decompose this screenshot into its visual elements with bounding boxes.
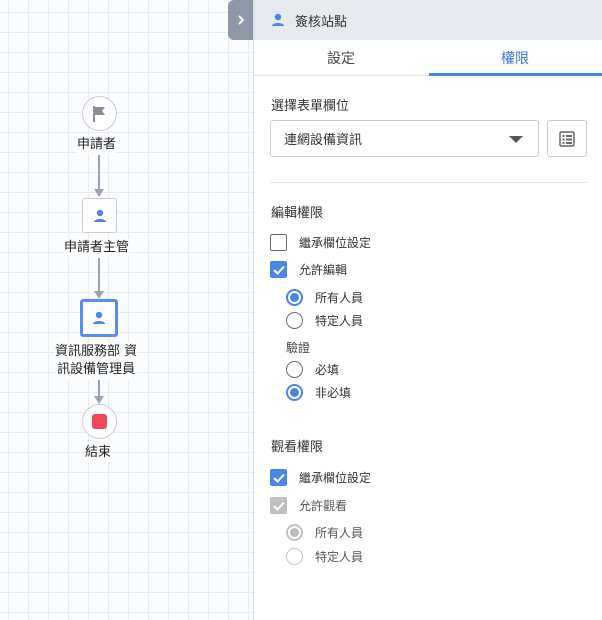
checkbox-checked-icon: [270, 261, 287, 278]
caret-down-icon: [509, 136, 523, 143]
validation-optional-radio[interactable]: 非必填: [286, 384, 351, 401]
node-label-supervisor: 申請者主管: [64, 239, 130, 257]
connector-line: [98, 258, 100, 291]
view-inherit-label: 繼承欄位設定: [299, 471, 372, 485]
view-scope-all-radio: 所有人員: [286, 524, 363, 541]
tab-permissions[interactable]: 權限: [428, 40, 602, 75]
view-scope-specific-radio: 特定人員: [286, 548, 363, 565]
checkbox-disabled-icon: [270, 497, 287, 514]
view-permission-title: 觀看權限: [271, 440, 324, 455]
start-node[interactable]: [82, 96, 117, 131]
flag-icon: [92, 105, 105, 122]
end-node[interactable]: [82, 404, 117, 439]
validation-label: 驗證: [286, 341, 311, 355]
radio-disabled-selected-icon: [286, 524, 303, 541]
field-select-title: 選擇表單欄位: [271, 99, 350, 114]
panel-title: 簽核站點: [295, 14, 348, 30]
edit-permission-title: 編輯權限: [271, 206, 324, 221]
validation-required-radio[interactable]: 必填: [286, 361, 339, 378]
panel-tabs: 設定 權限: [254, 40, 602, 76]
connector-arrow: [94, 396, 104, 404]
validation-optional-label: 非必填: [315, 386, 352, 400]
section-divider: [270, 182, 587, 183]
stop-icon: [92, 414, 107, 429]
connector-arrow: [94, 291, 104, 299]
properties-panel: 簽核站點 設定 權限 選擇表單欄位 連網設備資訊 編輯權限 繼承欄位設定 允許編…: [253, 0, 602, 620]
radio-selected-icon: [286, 289, 303, 306]
edit-scope-all-radio[interactable]: 所有人員: [286, 289, 363, 306]
edit-inherit-checkbox[interactable]: 繼承欄位設定: [270, 234, 371, 251]
node-label-it-manager: 資訊服務部 資 訊設備管理員: [55, 343, 138, 379]
view-scope-all-label: 所有人員: [315, 526, 364, 540]
edit-inherit-label: 繼承欄位設定: [299, 236, 372, 250]
edit-scope-specific-label: 特定人員: [315, 314, 364, 328]
validation-required-label: 必填: [315, 363, 340, 377]
checkbox-checked-icon: [270, 469, 287, 486]
person-icon: [93, 209, 106, 222]
radio-selected-icon: [286, 384, 303, 401]
connector-line: [98, 155, 100, 189]
edit-allow-label: 允許編輯: [299, 263, 348, 277]
it-manager-node[interactable]: [80, 299, 118, 337]
active-tab-indicator: [429, 73, 602, 76]
view-inherit-checkbox[interactable]: 繼承欄位設定: [270, 469, 371, 486]
edit-scope-all-label: 所有人員: [315, 291, 364, 305]
connector-arrow: [94, 189, 104, 197]
chevron-right-icon: [237, 15, 244, 25]
field-list-button[interactable]: [547, 120, 587, 157]
person-icon: [272, 13, 284, 26]
radio-unselected-icon: [286, 361, 303, 378]
view-allow-label: 允許觀看: [299, 499, 348, 513]
flow-canvas[interactable]: 申請者 申請者主管 資訊服務部 資 訊設備管理員 結束: [0, 0, 253, 620]
edit-scope-specific-radio[interactable]: 特定人員: [286, 312, 363, 329]
field-select-dropdown[interactable]: 連網設備資訊: [270, 120, 539, 157]
panel-header: 簽核站點: [254, 0, 602, 40]
radio-disabled-icon: [286, 548, 303, 565]
edit-allow-checkbox[interactable]: 允許編輯: [270, 261, 347, 278]
person-icon: [93, 311, 105, 324]
view-scope-specific-label: 特定人員: [315, 550, 364, 564]
connector-line: [98, 380, 100, 396]
node-label-end: 結束: [85, 444, 112, 462]
radio-unselected-icon: [286, 312, 303, 329]
field-select-value: 連網設備資訊: [284, 133, 363, 148]
node-label-applicant: 申請者: [77, 136, 117, 154]
checkbox-unchecked-icon: [270, 234, 287, 251]
view-allow-checkbox: 允許觀看: [270, 497, 347, 514]
list-icon: [559, 130, 575, 147]
supervisor-node[interactable]: [82, 198, 117, 233]
tab-settings[interactable]: 設定: [254, 40, 428, 75]
collapse-panel-button[interactable]: [228, 0, 253, 40]
